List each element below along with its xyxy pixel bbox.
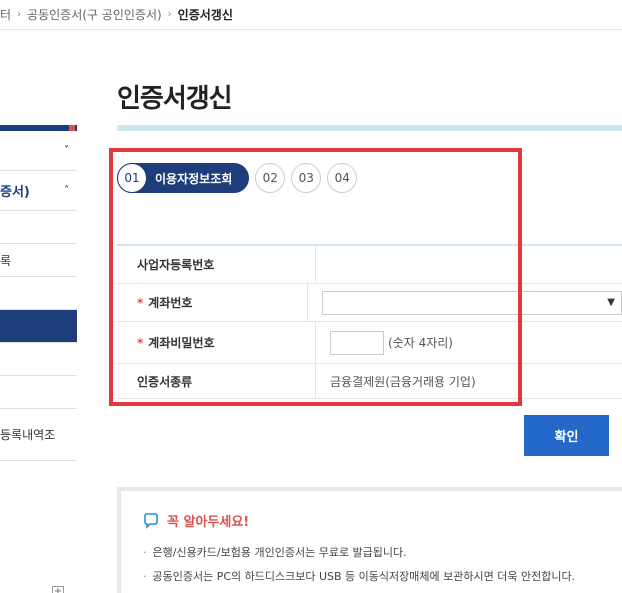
chevron-down-icon: ˅ (64, 145, 69, 156)
sidebar-item-label: 록 (0, 253, 12, 268)
notice-box: 꼭 알아두세요! 은행/신용카드/보험용 개인인증서는 무료로 발급됩니다. 공… (117, 487, 622, 593)
step-number: 01 (117, 163, 147, 193)
sidebar-item[interactable] (0, 343, 77, 376)
step-current: 01 이용자정보조회 (117, 163, 250, 193)
account-password-input[interactable] (330, 330, 384, 355)
notice-title: 꼭 알아두세요! (143, 511, 622, 530)
step-label: 이용자정보조회 (155, 171, 233, 186)
sidebar-item[interactable]: 등록내역조 (0, 409, 77, 461)
certificate-type-value: 금융결제원(금융거래용 기업) (315, 364, 622, 398)
step-04: 04 (327, 163, 358, 193)
required-mark: * (137, 295, 144, 310)
sidebar-item-label: 증서) (0, 185, 30, 200)
chevron-down-icon: ▼ (607, 297, 615, 308)
plus-icon[interactable]: + (52, 586, 64, 593)
notice-item: 공동인증서는 PC의 하드디스크보다 USB 등 이동식저장매체에 보관하시면 … (143, 568, 622, 584)
field-label-text: 사업자등록번호 (137, 258, 215, 272)
business-number-value (315, 246, 622, 283)
form-row-account-number: * 계좌번호 ▼ (117, 284, 622, 322)
form-row-business-number: 사업자등록번호 (117, 246, 622, 284)
password-hint: (숫자 4자리) (388, 336, 453, 350)
step-02: 02 (255, 163, 286, 193)
field-label-text: 인증서종류 (137, 374, 193, 389)
sidebar-category-certificate[interactable]: 증서) ˄ (0, 171, 77, 211)
field-label-text: 계좌비밀번호 (148, 336, 215, 350)
sidebar: ˅ 증서) ˄ 록 등록내역조 (0, 125, 77, 461)
speech-bubble-icon (144, 512, 158, 529)
sidebar-category[interactable]: ˅ (0, 131, 77, 171)
field-label: * 계좌번호 (117, 284, 307, 321)
field-cell: ▼ (307, 284, 622, 321)
account-number-select[interactable]: ▼ (322, 290, 622, 315)
breadcrumb-item[interactable]: 공동인증서(구 공인인증서) (27, 6, 162, 23)
sidebar-item[interactable]: 록 (0, 244, 77, 277)
breadcrumb-item[interactable]: 터 (0, 6, 11, 23)
form-row-account-password: * 계좌비밀번호 (숫자 4자리) (117, 322, 622, 364)
user-info-form: 사업자등록번호 * 계좌번호 ▼ * 계좌비밀번호 (숫자 4자리) 인증서종류… (117, 244, 622, 399)
sidebar-item[interactable] (0, 376, 77, 409)
step-indicator: 01 이용자정보조회 02 03 04 (117, 163, 358, 193)
form-row-certificate-type: 인증서종류 금융결제원(금융거래용 기업) (117, 364, 622, 399)
sidebar-item-label: 등록내역조 (0, 428, 56, 442)
sidebar-item[interactable] (0, 211, 77, 244)
breadcrumb: 터 › 공동인증서(구 공인인증서) › 인증서갱신 (0, 0, 622, 30)
page-title: 인증서갱신 (117, 84, 233, 114)
chevron-up-icon: ˄ (64, 185, 69, 196)
field-label: * 계좌비밀번호 (117, 322, 315, 363)
field-label: 인증서종류 (117, 364, 315, 398)
breadcrumb-current: 인증서갱신 (177, 8, 233, 22)
sidebar-top-accent (0, 125, 77, 131)
field-cell: (숫자 4자리) (315, 322, 622, 363)
chevron-right-icon: › (167, 9, 172, 20)
confirm-button[interactable]: 확인 (524, 415, 609, 456)
notice-list: 은행/신용카드/보험용 개인인증서는 무료로 발급됩니다. 공동인증서는 PC의… (143, 544, 622, 584)
step-03: 03 (291, 163, 322, 193)
sidebar-item[interactable] (0, 277, 77, 310)
notice-item: 은행/신용카드/보험용 개인인증서는 무료로 발급됩니다. (143, 544, 622, 560)
field-label-text: 계좌번호 (148, 296, 193, 310)
notice-title-text: 꼭 알아두세요! (167, 515, 250, 530)
sidebar-item-active[interactable] (0, 310, 77, 343)
chevron-right-icon: › (17, 9, 22, 20)
required-mark: * (137, 335, 144, 350)
field-label: 사업자등록번호 (117, 246, 315, 283)
title-underline (117, 125, 622, 131)
